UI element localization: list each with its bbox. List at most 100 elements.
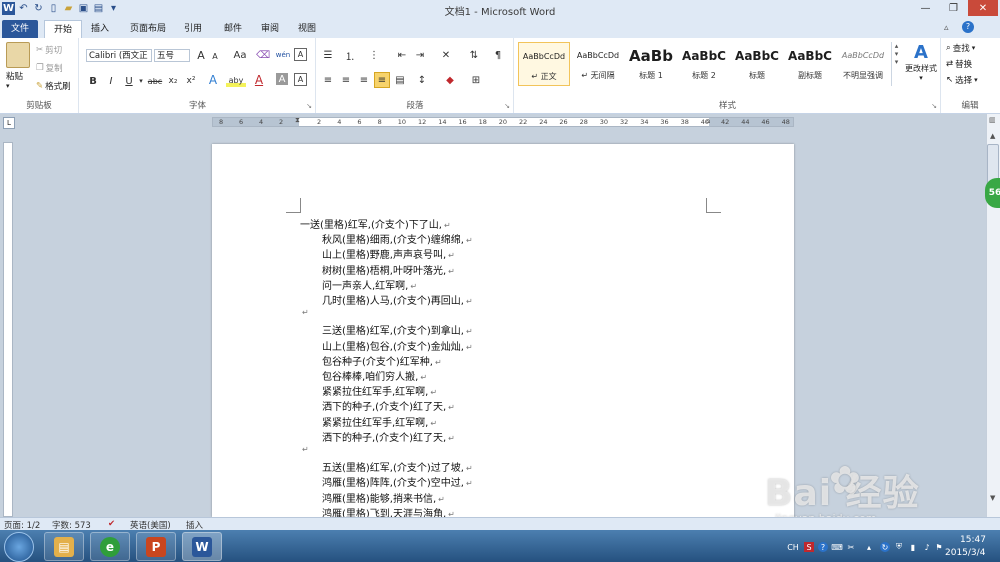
taskbar-browser[interactable]: e	[90, 532, 130, 561]
indent-marker-icon[interactable]: ⧗	[295, 116, 300, 125]
show-marks-icon[interactable]: ¶	[491, 48, 505, 62]
italic-button[interactable]: I	[104, 74, 118, 88]
styles-scroll[interactable]: ▴ ▾ ▾	[891, 42, 901, 86]
ime-icon[interactable]: S	[804, 542, 814, 552]
clock-date[interactable]: 2015/3/4	[945, 548, 985, 558]
close-icon[interactable]: ✕	[968, 0, 998, 16]
change-case-button[interactable]: Aa	[230, 48, 250, 62]
document-page[interactable]: 一送(里格)红军,(介支个)下了山, ↵ 秋风(里格)细雨,(介支个)缠绵绵, ↵ 山上…	[212, 144, 794, 520]
highlight-button[interactable]: aby	[226, 73, 246, 87]
tab-view[interactable]: 视图	[292, 20, 322, 38]
security-icon[interactable]: ⛨	[894, 542, 904, 552]
document-line[interactable]: 山上(里格)包谷,(介支个)金灿灿, ↵	[322, 338, 473, 353]
right-indent-marker-icon[interactable]: ⌂	[706, 117, 710, 125]
phonetic-guide-button[interactable]: wén	[276, 48, 290, 62]
document-line[interactable]: 包谷种子(介支个)红军种, ↵	[322, 353, 442, 368]
document-line[interactable]: 紧紧拉住红军手,红军啊, ↵	[322, 383, 437, 398]
distributed-icon[interactable]: ▤	[393, 73, 407, 87]
char-border-icon[interactable]: A	[294, 73, 307, 86]
network-icon[interactable]: ▮	[908, 542, 918, 552]
style-subtitle[interactable]: AaBbC 副标题	[784, 42, 836, 86]
empty-paragraph[interactable]: ↵	[300, 307, 309, 318]
superscript-button[interactable]: x²	[184, 74, 198, 88]
bullets-icon[interactable]: ☰	[321, 48, 335, 62]
decrease-indent-icon[interactable]: ⇤	[395, 48, 409, 62]
shrink-font-button[interactable]: A	[208, 49, 222, 63]
show-hidden-icon[interactable]: ▴	[864, 542, 874, 552]
grow-font-button[interactable]: A	[194, 48, 208, 62]
minimize-icon[interactable]: —	[912, 0, 939, 16]
document-line[interactable]: 鸿雁(里格)阵阵,(介支个)空中过, ↵	[322, 474, 473, 489]
document-line[interactable]: 洒下的种子,(介支个)红了天, ↵	[322, 429, 455, 444]
ruler-toggle-icon[interactable]: ▥	[989, 116, 996, 124]
tab-page-layout[interactable]: 页面布局	[124, 20, 172, 38]
tab-references[interactable]: 引用	[178, 20, 208, 38]
horizontal-ruler[interactable]: 8642 2 4 6 8 10 12 14 16 18 20 22 24 26 28 30 32 34 36 38 4…	[212, 116, 794, 127]
style-heading-2[interactable]: AaBbC 标题 2	[678, 42, 730, 86]
document-line[interactable]: 五送(里格)红军,(介支个)过了坡, ↵	[322, 459, 473, 474]
document-line[interactable]: 三送(里格)红军,(介支个)到拿山, ↵	[322, 322, 473, 337]
document-line[interactable]: 洒下的种子,(介支个)红了天, ↵	[322, 398, 455, 413]
clear-format-icon[interactable]: ⌫	[256, 48, 270, 62]
document-line[interactable]: 问一声亲人,红军啊, ↵	[322, 277, 417, 292]
restore-icon[interactable]: ❐	[940, 0, 967, 16]
sort-icon[interactable]: ⇅	[467, 48, 481, 62]
align-right-icon[interactable]: ≡	[357, 73, 371, 87]
replace-button[interactable]: ⇄ 替换	[946, 58, 972, 70]
increase-indent-icon[interactable]: ⇥	[413, 48, 427, 62]
borders-icon[interactable]: ⊞	[469, 73, 483, 87]
keyboard-icon[interactable]: ⌨	[831, 542, 843, 552]
clock-time[interactable]: 15:47	[960, 535, 986, 545]
select-button[interactable]: ↖ 选择 ▾	[946, 74, 978, 86]
align-center-icon[interactable]: ≡	[339, 73, 353, 87]
copy-button[interactable]: ❐ 复制	[36, 62, 63, 74]
shading-icon[interactable]: ◆	[443, 73, 457, 87]
numbering-icon[interactable]: ⒈	[343, 48, 357, 63]
char-shading-button[interactable]: A	[276, 73, 288, 85]
paragraph-dialog-launcher-icon[interactable]: ↘	[504, 102, 510, 110]
styles-dialog-launcher-icon[interactable]: ↘	[931, 102, 937, 110]
font-name-select[interactable]: Calibri (西文正	[86, 49, 152, 62]
paste-icon[interactable]	[6, 42, 30, 68]
font-dialog-launcher-icon[interactable]: ↘	[306, 102, 312, 110]
tab-file[interactable]: 文件	[2, 20, 38, 38]
enclose-char-icon[interactable]: A	[294, 48, 307, 61]
chinese-layout-icon[interactable]: ✕	[439, 48, 453, 62]
empty-paragraph[interactable]: ↵	[300, 444, 309, 455]
document-line[interactable]: 鸿雁(里格)能够,捎来书信, ↵	[322, 490, 445, 505]
find-button[interactable]: ⌕ 查找 ▾	[946, 42, 975, 54]
volume-icon[interactable]: ♪	[922, 542, 932, 552]
cut-button[interactable]: ✂ 剪切	[36, 44, 62, 56]
taskbar-word[interactable]: W	[182, 532, 222, 561]
document-line[interactable]: 紧紧拉住红军手,红军啊, ↵	[322, 414, 437, 429]
align-left-icon[interactable]: ≡	[321, 73, 335, 87]
tab-selector-icon[interactable]: L	[3, 117, 15, 129]
strikethrough-button[interactable]: abc	[146, 74, 164, 88]
scroll-up-icon[interactable]: ▲	[990, 132, 995, 140]
tab-mailings[interactable]: 邮件	[218, 20, 248, 38]
flag-icon[interactable]: ⚑	[934, 542, 944, 552]
paste-dropdown-icon[interactable]: ▾	[6, 82, 10, 90]
line-spacing-icon[interactable]: ↕	[415, 73, 429, 87]
change-styles-button[interactable]: A 更改样式 ▾	[905, 42, 937, 82]
style-title[interactable]: AaBbC 标题	[731, 42, 783, 86]
document-line[interactable]: 山上(里格)野鹿,声声哀号叫, ↵	[322, 246, 455, 261]
format-painter-button[interactable]: ✎ 格式刷	[36, 80, 71, 92]
document-line[interactable]: 树树(里格)梧桐,叶呀叶落光, ↵	[322, 262, 455, 277]
style-subtle-emphasis[interactable]: AaBbCcDd 不明显强调	[837, 42, 889, 86]
help-tray-icon[interactable]: ?	[818, 542, 828, 552]
justify-icon[interactable]: ≡	[374, 72, 390, 88]
proofing-icon[interactable]: ✔	[108, 519, 115, 529]
update-icon[interactable]: ↻	[880, 542, 890, 552]
font-color-button[interactable]: A	[252, 73, 266, 87]
tab-review[interactable]: 审阅	[255, 20, 285, 38]
input-language[interactable]: CH	[786, 542, 800, 552]
document-line[interactable]: 包谷棒棒,咱们穷人搬, ↵	[322, 368, 427, 383]
taskbar-powerpoint[interactable]: P	[136, 532, 176, 561]
style-no-spacing[interactable]: AaBbCcDd ↵ 无间隔	[572, 42, 624, 86]
multilevel-list-icon[interactable]: ⋮	[367, 48, 381, 62]
text-effect-button[interactable]: A	[206, 73, 220, 87]
bold-button[interactable]: B	[86, 74, 100, 88]
subscript-button[interactable]: x₂	[166, 74, 180, 88]
taskbar-explorer[interactable]: ▤	[44, 532, 84, 561]
